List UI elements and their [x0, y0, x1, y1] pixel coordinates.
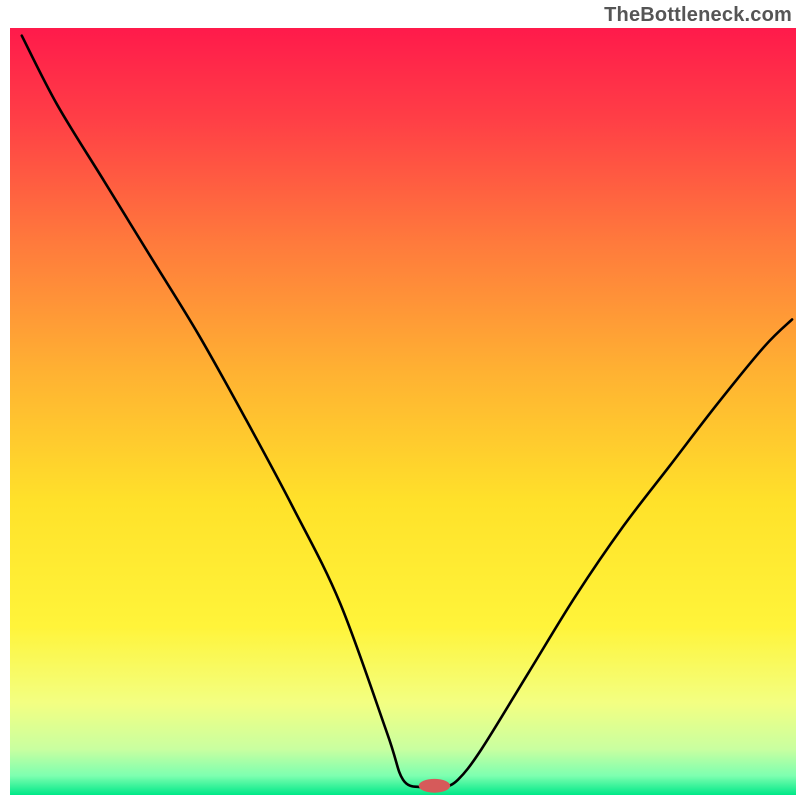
bottleneck-chart — [0, 0, 800, 800]
watermark-text: TheBottleneck.com — [604, 4, 792, 27]
min-point-marker — [419, 779, 450, 793]
plot-background — [10, 28, 796, 795]
chart-container: TheBottleneck.com — [0, 0, 800, 800]
